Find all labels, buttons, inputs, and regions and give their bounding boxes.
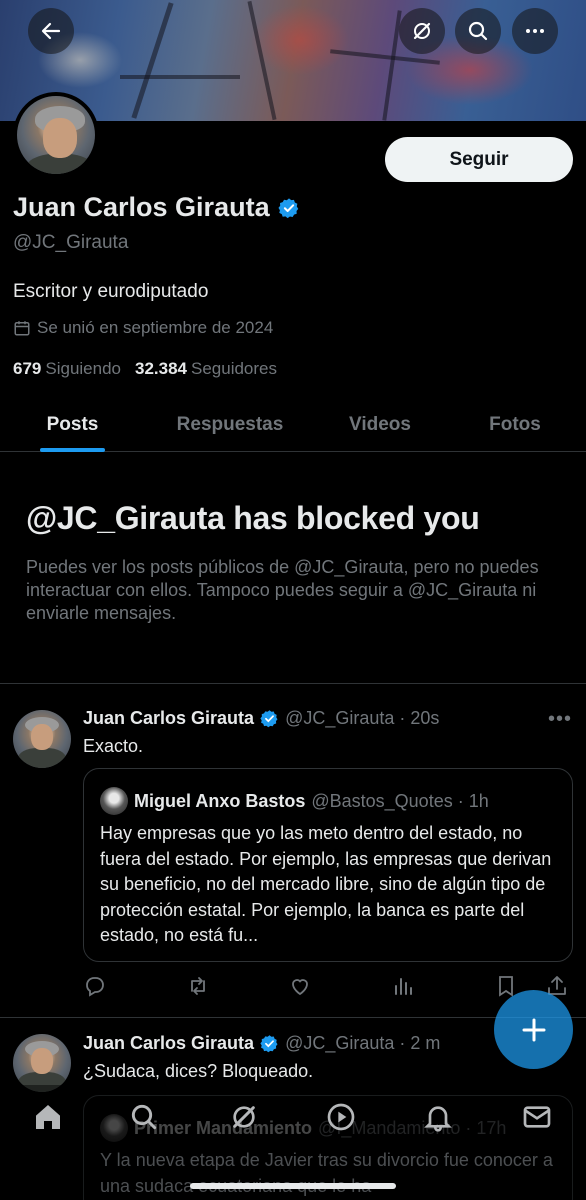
back-arrow-icon: [41, 22, 61, 40]
profile-stats: 679 Siguiendo 32.384 Seguidores: [13, 359, 277, 379]
video-icon[interactable]: [325, 1101, 357, 1133]
grok-icon[interactable]: [228, 1101, 260, 1133]
calendar-icon: [14, 321, 30, 336]
quote-text: Hay empresas que yo las meto dentro del …: [100, 823, 552, 945]
followers-count: 32.384: [135, 359, 187, 378]
grok-button[interactable]: [399, 8, 445, 54]
blocked-title: @JC_Girauta has blocked you: [26, 500, 480, 536]
profile-name: Juan Carlos Girauta: [13, 192, 270, 222]
following-link[interactable]: 679 Siguiendo: [13, 359, 121, 379]
tweet-header: Juan Carlos Girauta @JC_Girauta · 20s: [83, 708, 439, 729]
profile-banner[interactable]: [0, 0, 586, 121]
quote-meta: @Bastos_Quotes · 1h: [311, 790, 489, 811]
more-button[interactable]: [512, 8, 558, 54]
quote-header: Miguel Anxo Bastos @Bastos_Quotes · 1h: [100, 787, 489, 815]
notifications-icon[interactable]: [422, 1101, 454, 1133]
verified-badge-icon[interactable]: [278, 197, 300, 219]
profile-name-row: Juan Carlos Girauta: [13, 192, 300, 223]
following-label: Siguiendo: [45, 359, 121, 378]
more-icon: [526, 29, 544, 33]
profile-bio: Escritor y eurodiputado: [13, 281, 209, 302]
quote-author-name: Miguel Anxo Bastos: [134, 790, 306, 811]
repost-icon[interactable]: [186, 974, 212, 1000]
divider: [0, 683, 586, 684]
tweet-actions: [83, 974, 573, 1004]
blocked-text: Puedes ver los posts públicos de @JC_Gir…: [26, 557, 539, 623]
follow-button[interactable]: Seguir: [385, 137, 573, 182]
verified-badge-icon: [260, 710, 278, 728]
tab-fotos[interactable]: Fotos: [470, 398, 560, 451]
quote-avatar: [100, 787, 128, 815]
search-icon[interactable]: [128, 1101, 160, 1133]
profile-joined: Se unió en septiembre de 2024: [13, 318, 273, 338]
verified-badge-icon: [260, 1035, 278, 1053]
search-button[interactable]: [455, 8, 501, 54]
back-button[interactable]: [28, 8, 74, 54]
profile-tabs: Posts Respuestas Videos Fotos: [0, 398, 586, 452]
followers-link[interactable]: 32.384 Seguidores: [135, 359, 277, 379]
active-tab-indicator: [40, 448, 105, 452]
home-indicator[interactable]: [190, 1183, 396, 1189]
tab-respuestas[interactable]: Respuestas: [160, 398, 300, 451]
quoted-tweet[interactable]: Miguel Anxo Bastos @Bastos_Quotes · 1h H…: [83, 768, 573, 962]
following-count: 679: [13, 359, 42, 378]
like-icon[interactable]: [288, 974, 314, 1000]
search-icon: [468, 21, 488, 41]
tweet-meta: @JC_Girauta · 2 m: [285, 1033, 441, 1053]
home-icon[interactable]: [32, 1101, 64, 1133]
profile-avatar[interactable]: [13, 92, 99, 178]
tweet-author-name[interactable]: Juan Carlos Girauta: [83, 708, 254, 729]
profile-handle: @JC_Girauta: [13, 232, 129, 253]
compose-button[interactable]: [494, 990, 573, 1069]
joined-text: Se unió en septiembre de 2024: [37, 318, 274, 337]
grok-icon: [413, 22, 431, 40]
tweet-avatar[interactable]: [13, 1034, 71, 1092]
plus-icon: [522, 1018, 545, 1041]
tab-posts[interactable]: Posts: [30, 398, 115, 451]
views-icon[interactable]: [391, 974, 417, 1000]
tweet-text: ¿Sudaca, dices? Bloqueado.: [83, 1061, 314, 1081]
tweet-author-name[interactable]: Juan Carlos Girauta: [83, 1033, 254, 1054]
tweet-avatar[interactable]: [13, 710, 71, 768]
tweet-meta: @JC_Girauta · 20s: [285, 708, 440, 728]
tweet-more-icon[interactable]: •••: [548, 708, 572, 731]
messages-icon[interactable]: [521, 1101, 553, 1133]
tweet-header: Juan Carlos Girauta @JC_Girauta · 2 m: [83, 1033, 440, 1054]
reply-icon[interactable]: [83, 974, 109, 1000]
tweet-text: Exacto.: [83, 736, 144, 756]
followers-label: Seguidores: [191, 359, 278, 378]
tab-videos[interactable]: Videos: [330, 398, 430, 451]
